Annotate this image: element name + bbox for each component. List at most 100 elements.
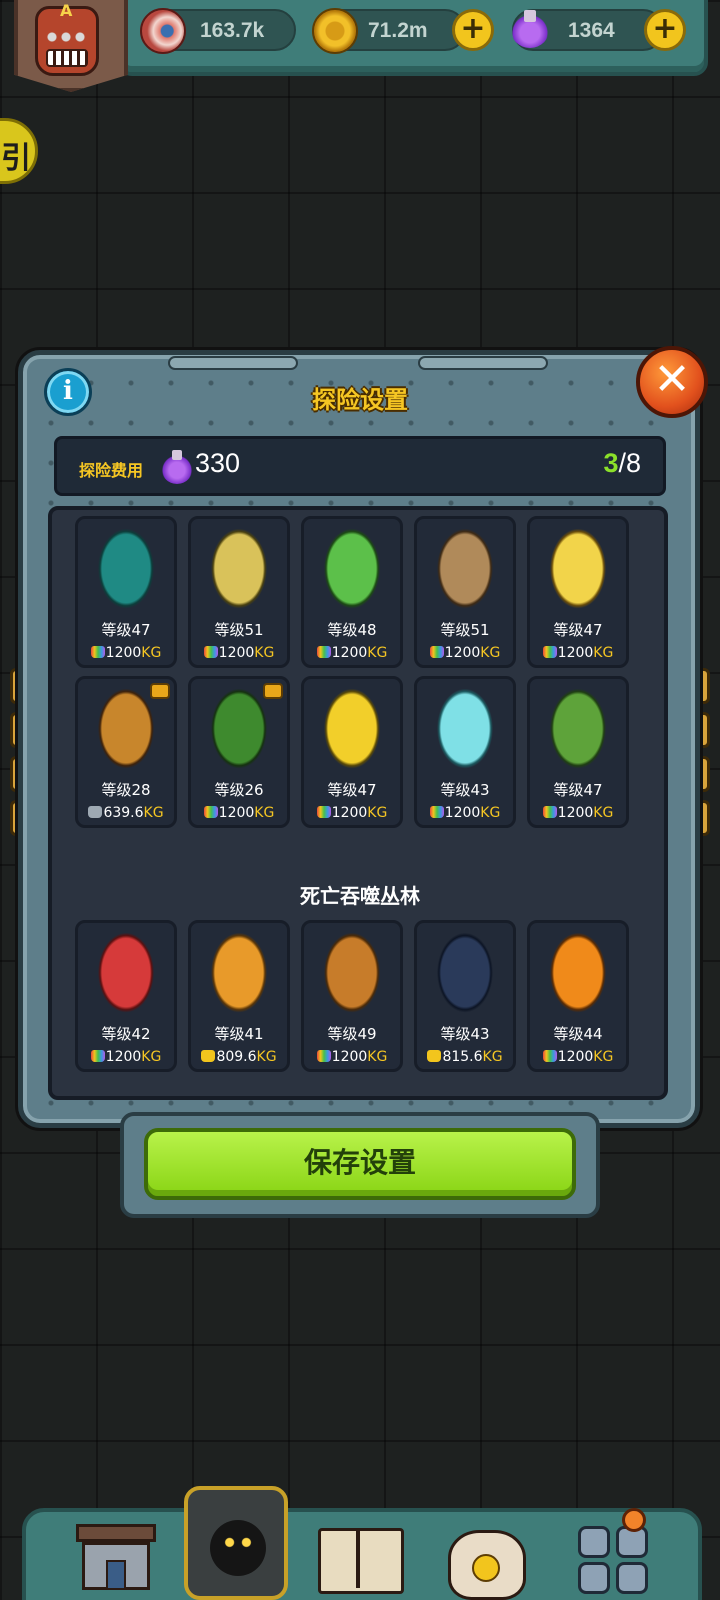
monster-capacity: 1200KG bbox=[304, 1049, 400, 1065]
add-potions-button[interactable]: + bbox=[644, 9, 686, 51]
bag-icon bbox=[90, 646, 105, 658]
broccoli-tree-icon bbox=[205, 689, 273, 777]
coin-amount: 71.2m bbox=[368, 19, 428, 42]
capacity-unit: KG bbox=[254, 645, 275, 661]
monster-capacity: 1200KG bbox=[304, 805, 400, 821]
monster-card[interactable]: 等级28 639.6KG bbox=[75, 676, 177, 828]
monster-level: 等级26 bbox=[214, 781, 264, 799]
capacity-value: 1200 bbox=[557, 645, 594, 661]
monster-level: 等级41 bbox=[214, 1025, 264, 1043]
tomato-toad-icon bbox=[92, 933, 160, 1021]
info-icon: i bbox=[63, 376, 73, 406]
monster-book-icon[interactable] bbox=[314, 1510, 404, 1598]
horned-yak-icon bbox=[92, 689, 160, 777]
wheat-creature-icon bbox=[205, 529, 273, 617]
side-tab-glyph: 引 bbox=[1, 141, 31, 176]
monster-card[interactable]: 等级47 1200KG bbox=[75, 516, 177, 668]
monster-level: 等级28 bbox=[101, 781, 151, 799]
capacity-unit: KG bbox=[593, 645, 614, 661]
cost-label: 探险费用 bbox=[79, 461, 144, 480]
grid-cell bbox=[616, 1562, 648, 1594]
two-headed-bird-icon bbox=[92, 529, 160, 617]
capacity-unit: KG bbox=[254, 805, 275, 821]
monster-card[interactable]: 等级49 1200KG bbox=[301, 920, 403, 1072]
team-total: /8 bbox=[618, 448, 641, 478]
shop-door bbox=[106, 1560, 126, 1590]
monster-level: 等级47 bbox=[553, 781, 603, 799]
monster-level: 等级43 bbox=[440, 781, 490, 799]
loot-bag-icon[interactable] bbox=[440, 1510, 528, 1600]
capacity-value: 815.6 bbox=[442, 1049, 483, 1065]
monster-card[interactable]: 等级42 1200KG bbox=[75, 920, 177, 1072]
avatar-eyes bbox=[46, 31, 88, 43]
chick-creature-icon bbox=[544, 529, 612, 617]
monster-card[interactable]: 等级43 815.6KG bbox=[414, 920, 516, 1072]
monster-level: 等级43 bbox=[440, 1025, 490, 1043]
monster-card[interactable]: 等级43 1200KG bbox=[414, 676, 516, 828]
capacity-unit: KG bbox=[367, 805, 388, 821]
add-coins-button[interactable]: + bbox=[452, 9, 494, 51]
bag-icon bbox=[542, 1050, 557, 1062]
shop-icon[interactable] bbox=[72, 1510, 160, 1598]
monster-capacity: 809.6KG bbox=[191, 1049, 287, 1065]
capacity-unit: KG bbox=[367, 645, 388, 661]
side-quest-tab[interactable]: 引 bbox=[0, 118, 38, 184]
capacity-value: 1200 bbox=[444, 645, 481, 661]
capacity-unit: KG bbox=[141, 1049, 162, 1065]
corn-creature-icon bbox=[318, 689, 386, 777]
monster-level: 等级42 bbox=[101, 1025, 151, 1043]
monster-card[interactable]: 等级26 1200KG bbox=[188, 676, 290, 828]
monster-level: 等级48 bbox=[327, 621, 377, 639]
capacity-unit: KG bbox=[593, 805, 614, 821]
capacity-unit: KG bbox=[141, 645, 162, 661]
monster-level: 等级47 bbox=[101, 621, 151, 639]
capacity-value: 1200 bbox=[218, 645, 255, 661]
capacity-value: 639.6 bbox=[103, 805, 144, 821]
eyeball-icon bbox=[140, 8, 186, 54]
crown-badge-icon bbox=[263, 683, 283, 699]
bag-icon bbox=[203, 806, 218, 818]
dialog-title: 探险设置 bbox=[312, 386, 408, 414]
monster-card[interactable]: 等级47 1200KG bbox=[301, 676, 403, 828]
close-button[interactable]: ✕ bbox=[636, 346, 708, 418]
frame-strip bbox=[168, 356, 298, 370]
lettuce-creature-icon bbox=[318, 529, 386, 617]
capacity-unit: KG bbox=[593, 1049, 614, 1065]
bag-icon bbox=[203, 646, 218, 658]
monster-card[interactable]: 等级41 809.6KG bbox=[188, 920, 290, 1072]
capacity-unit: KG bbox=[482, 1049, 503, 1065]
monster-card[interactable]: 等级48 1200KG bbox=[301, 516, 403, 668]
radish-ghost-icon bbox=[431, 689, 499, 777]
bag-icon bbox=[542, 646, 557, 658]
pumpkin-head-icon bbox=[544, 933, 612, 1021]
monster-card[interactable]: 等级44 1200KG bbox=[527, 920, 629, 1072]
bag-icon bbox=[201, 1050, 216, 1062]
monster-capacity: 1200KG bbox=[530, 1049, 626, 1065]
monster-capacity: 815.6KG bbox=[417, 1049, 513, 1065]
close-icon: ✕ bbox=[653, 354, 691, 405]
inventory-grid-icon[interactable] bbox=[572, 1510, 660, 1598]
coin-icon bbox=[312, 8, 358, 54]
monster-card[interactable]: 等级51 1200KG bbox=[188, 516, 290, 668]
crown-badge-icon bbox=[150, 683, 170, 699]
monster-capacity: 1200KG bbox=[417, 805, 513, 821]
cost-value: 330 bbox=[195, 448, 241, 478]
bag-icon bbox=[316, 646, 331, 658]
monster-capacity: 639.6KG bbox=[78, 805, 174, 821]
monster-card[interactable]: 等级47 1200KG bbox=[527, 676, 629, 828]
expedition-icon[interactable] bbox=[184, 1486, 288, 1600]
frame-strip bbox=[418, 356, 548, 370]
capacity-value: 1200 bbox=[331, 805, 368, 821]
capacity-value: 1200 bbox=[444, 805, 481, 821]
monster-capacity: 1200KG bbox=[191, 805, 287, 821]
info-button[interactable]: i bbox=[44, 368, 92, 416]
bag-icon bbox=[88, 806, 103, 818]
monster-capacity: 1200KG bbox=[191, 645, 287, 661]
monster-level: 等级47 bbox=[327, 781, 377, 799]
save-settings-button[interactable]: 保存设置 bbox=[144, 1128, 576, 1200]
burlap-sack-creature-icon bbox=[431, 529, 499, 617]
monster-card[interactable]: 等级47 1200KG bbox=[527, 516, 629, 668]
capacity-value: 1200 bbox=[218, 805, 255, 821]
capacity-unit: KG bbox=[480, 645, 501, 661]
monster-card[interactable]: 等级51 1200KG bbox=[414, 516, 516, 668]
